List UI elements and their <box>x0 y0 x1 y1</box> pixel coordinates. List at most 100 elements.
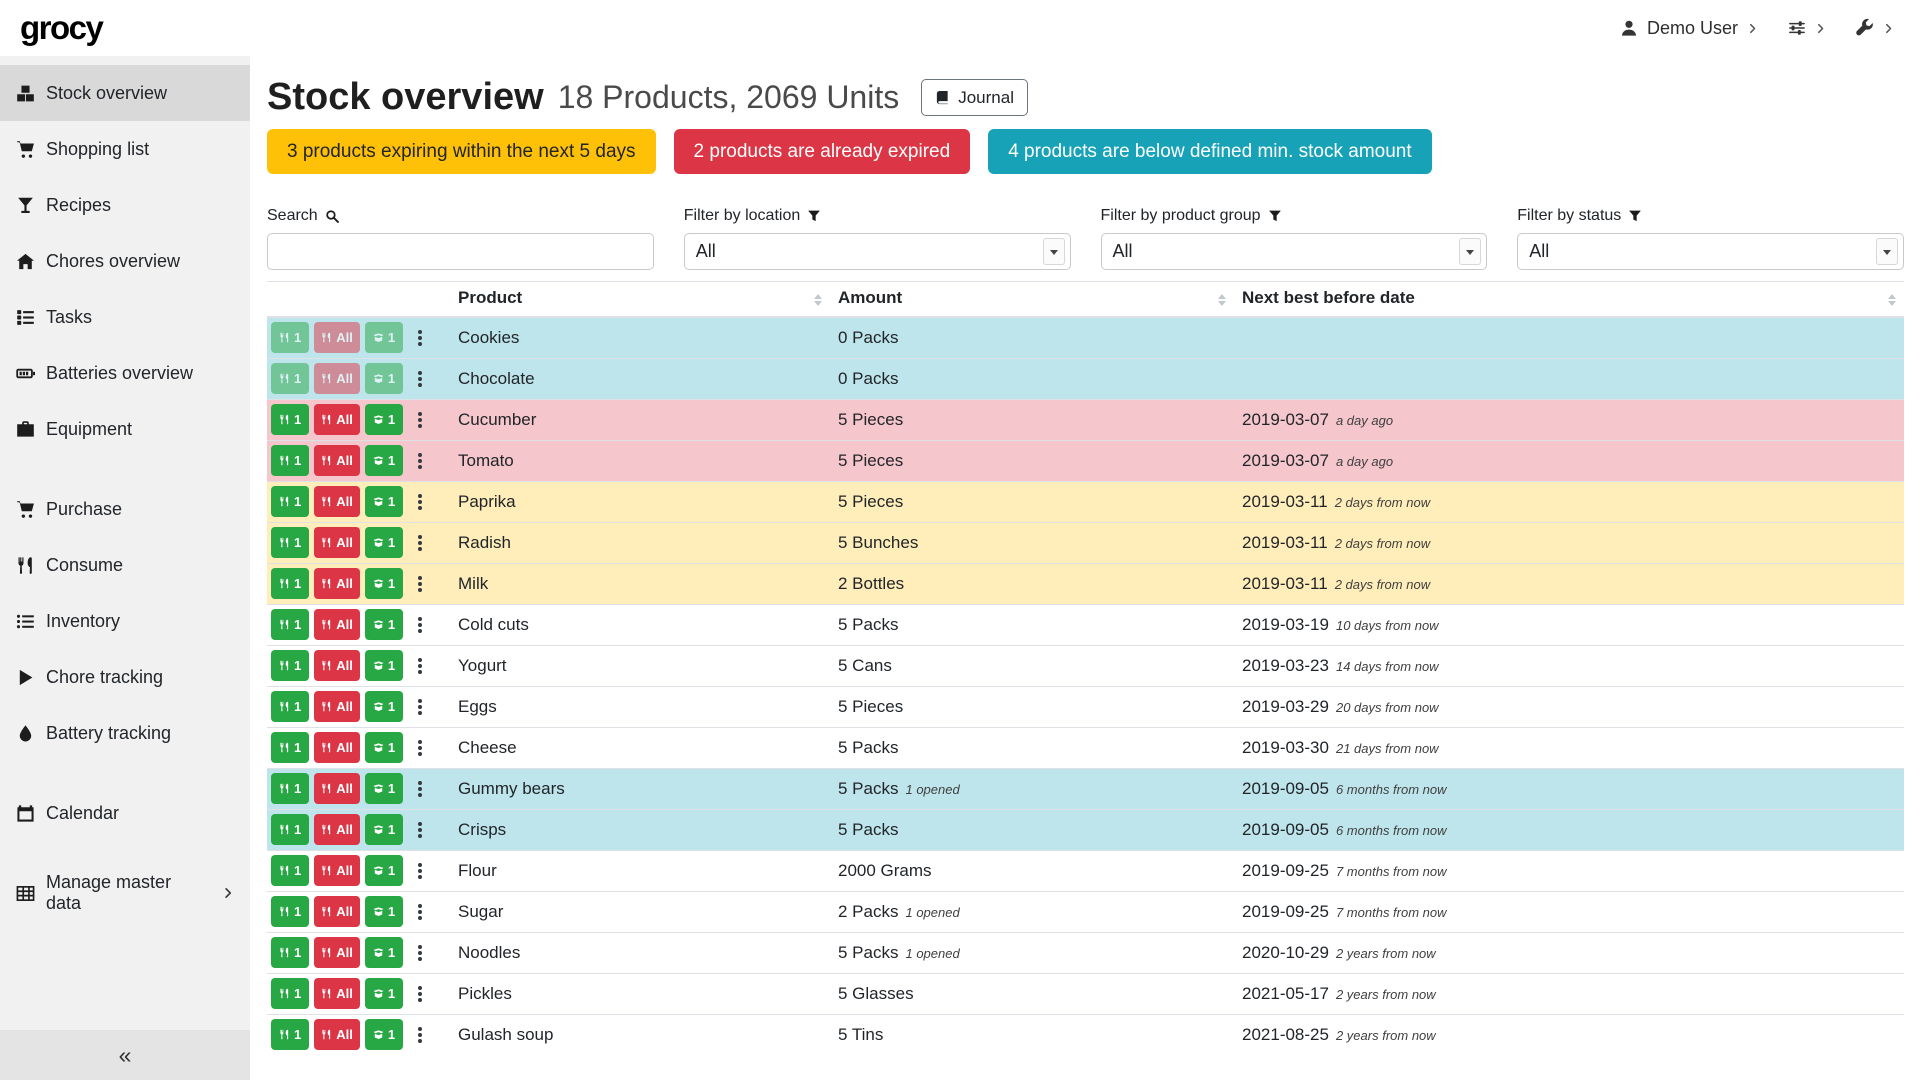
consume-one-button[interactable]: 1 <box>271 855 309 886</box>
product-group-select[interactable]: All <box>1101 233 1488 270</box>
row-menu-button[interactable] <box>411 486 429 517</box>
open-one-button[interactable]: 1 <box>365 568 403 599</box>
open-one-button[interactable]: 1 <box>365 322 403 353</box>
consume-one-button[interactable]: 1 <box>271 445 309 476</box>
consume-all-button[interactable]: All <box>314 896 360 927</box>
below-min-stock-alert[interactable]: 4 products are below defined min. stock … <box>988 129 1431 174</box>
journal-button[interactable]: Journal <box>921 79 1028 116</box>
open-one-button[interactable]: 1 <box>365 855 403 886</box>
consume-one-button[interactable]: 1 <box>271 691 309 722</box>
status-select[interactable]: All <box>1517 233 1904 270</box>
consume-all-button[interactable]: All <box>314 978 360 1009</box>
row-menu-button[interactable] <box>411 1019 429 1050</box>
row-menu-button[interactable] <box>411 691 429 722</box>
sidebar-item-equipment[interactable]: Equipment <box>0 401 250 457</box>
open-one-button[interactable]: 1 <box>365 486 403 517</box>
open-one-button[interactable]: 1 <box>365 732 403 763</box>
consume-all-button[interactable]: All <box>314 855 360 886</box>
open-one-button[interactable]: 1 <box>365 1019 403 1050</box>
consume-all-button[interactable]: All <box>314 650 360 681</box>
row-menu-button[interactable] <box>411 896 429 927</box>
settings-menu[interactable] <box>1788 19 1826 37</box>
consume-one-button[interactable]: 1 <box>271 404 309 435</box>
consume-all-button[interactable]: All <box>314 322 360 353</box>
open-one-button[interactable]: 1 <box>365 445 403 476</box>
consume-one-button[interactable]: 1 <box>271 896 309 927</box>
consume-one-button[interactable]: 1 <box>271 527 309 558</box>
search-input[interactable] <box>267 233 654 270</box>
sidebar-item-batteries-overview[interactable]: Batteries overview <box>0 345 250 401</box>
row-menu-button[interactable] <box>411 527 429 558</box>
row-menu-button[interactable] <box>411 855 429 886</box>
consume-all-button[interactable]: All <box>314 527 360 558</box>
row-menu-button[interactable] <box>411 732 429 763</box>
open-one-button[interactable]: 1 <box>365 937 403 968</box>
column-header-best-before-date[interactable]: Next best before date <box>1234 282 1904 318</box>
consume-one-button[interactable]: 1 <box>271 486 309 517</box>
row-menu-button[interactable] <box>411 978 429 1009</box>
app-logo[interactable]: grocy <box>20 9 102 47</box>
user-menu[interactable]: Demo User <box>1620 18 1758 39</box>
consume-all-button[interactable]: All <box>314 773 360 804</box>
open-one-button[interactable]: 1 <box>365 691 403 722</box>
sidebar-item-consume[interactable]: Consume <box>0 537 250 593</box>
sidebar-item-tasks[interactable]: Tasks <box>0 289 250 345</box>
consume-one-button[interactable]: 1 <box>271 363 309 394</box>
consume-all-button[interactable]: All <box>314 1019 360 1050</box>
sidebar-item-chore-tracking[interactable]: Chore tracking <box>0 649 250 705</box>
row-menu-button[interactable] <box>411 814 429 845</box>
expired-products-alert[interactable]: 2 products are already expired <box>674 129 971 174</box>
sidebar-item-stock-overview[interactable]: Stock overview <box>0 65 250 121</box>
open-one-button[interactable]: 1 <box>365 527 403 558</box>
sidebar-item-chores-overview[interactable]: Chores overview <box>0 233 250 289</box>
expiring-products-alert[interactable]: 3 products expiring within the next 5 da… <box>267 129 656 174</box>
consume-one-button[interactable]: 1 <box>271 773 309 804</box>
open-one-button[interactable]: 1 <box>365 363 403 394</box>
admin-menu[interactable] <box>1856 19 1894 37</box>
sidebar-item-inventory[interactable]: Inventory <box>0 593 250 649</box>
consume-one-button[interactable]: 1 <box>271 978 309 1009</box>
row-menu-button[interactable] <box>411 568 429 599</box>
row-menu-button[interactable] <box>411 445 429 476</box>
consume-all-button[interactable]: All <box>314 609 360 640</box>
open-one-button[interactable]: 1 <box>365 896 403 927</box>
sidebar-collapse-button[interactable]: « <box>0 1030 250 1080</box>
consume-all-button[interactable]: All <box>314 937 360 968</box>
sidebar-item-calendar[interactable]: Calendar <box>0 785 250 841</box>
column-header-product[interactable]: Product <box>450 282 830 318</box>
open-one-button[interactable]: 1 <box>365 609 403 640</box>
consume-one-button[interactable]: 1 <box>271 814 309 845</box>
location-select[interactable]: All <box>684 233 1071 270</box>
consume-one-button[interactable]: 1 <box>271 322 309 353</box>
consume-all-button[interactable]: All <box>314 568 360 599</box>
open-one-button[interactable]: 1 <box>365 404 403 435</box>
open-one-button[interactable]: 1 <box>365 650 403 681</box>
row-menu-button[interactable] <box>411 937 429 968</box>
sidebar-item-recipes[interactable]: Recipes <box>0 177 250 233</box>
row-menu-button[interactable] <box>411 322 429 353</box>
consume-all-button[interactable]: All <box>314 486 360 517</box>
row-menu-button[interactable] <box>411 363 429 394</box>
consume-one-button[interactable]: 1 <box>271 1019 309 1050</box>
consume-one-button[interactable]: 1 <box>271 732 309 763</box>
open-one-button[interactable]: 1 <box>365 814 403 845</box>
row-menu-button[interactable] <box>411 404 429 435</box>
sidebar-item-battery-tracking[interactable]: Battery tracking <box>0 705 250 761</box>
consume-all-button[interactable]: All <box>314 404 360 435</box>
consume-all-button[interactable]: All <box>314 363 360 394</box>
consume-all-button[interactable]: All <box>314 691 360 722</box>
consume-one-button[interactable]: 1 <box>271 650 309 681</box>
sidebar-item-purchase[interactable]: Purchase <box>0 481 250 537</box>
consume-one-button[interactable]: 1 <box>271 568 309 599</box>
consume-one-button[interactable]: 1 <box>271 609 309 640</box>
row-menu-button[interactable] <box>411 609 429 640</box>
open-one-button[interactable]: 1 <box>365 978 403 1009</box>
consume-all-button[interactable]: All <box>314 732 360 763</box>
row-menu-button[interactable] <box>411 650 429 681</box>
consume-all-button[interactable]: All <box>314 814 360 845</box>
row-menu-button[interactable] <box>411 773 429 804</box>
sidebar-item-shopping-list[interactable]: Shopping list <box>0 121 250 177</box>
sidebar-item-manage-master-data[interactable]: Manage master data <box>0 865 250 921</box>
column-header-amount[interactable]: Amount <box>830 282 1234 318</box>
open-one-button[interactable]: 1 <box>365 773 403 804</box>
